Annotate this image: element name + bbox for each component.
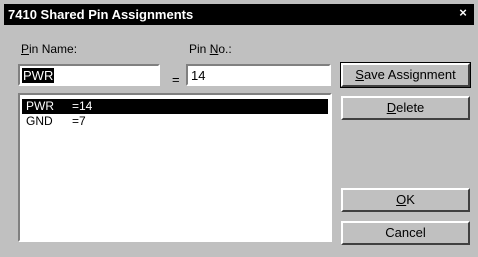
list-item-name: PWR [26,99,54,113]
window-title: 7410 Shared Pin Assignments [8,7,194,22]
ok-button[interactable]: OK [341,188,470,212]
cancel-button[interactable]: Cancel [341,221,470,245]
list-item[interactable]: PWR =14 [22,99,328,114]
list-item-name: GND [26,114,53,128]
close-icon[interactable]: × [456,6,470,20]
list-item[interactable]: GND =7 [22,114,328,129]
pin-number-label: Pin No.: [189,42,232,56]
equals-sign: = [172,72,180,87]
assignments-list[interactable]: PWR =14 GND =7 [18,93,332,242]
pin-number-value: 14 [191,68,206,83]
pin-number-field[interactable]: 14 [186,64,331,86]
list-item-pin: =7 [72,114,86,128]
shared-pin-assignments-dialog: 7410 Shared Pin Assignments × Pin Name: … [0,0,478,257]
save-assignment-button[interactable]: Save Assignment [340,62,471,88]
delete-button[interactable]: Delete [341,96,470,120]
pin-name-value: PWR [22,68,55,83]
pin-name-field[interactable]: PWR [18,64,160,86]
pin-name-label: Pin Name: [21,42,78,56]
title-bar[interactable]: 7410 Shared Pin Assignments × [4,4,474,25]
list-item-pin: =14 [72,99,93,113]
